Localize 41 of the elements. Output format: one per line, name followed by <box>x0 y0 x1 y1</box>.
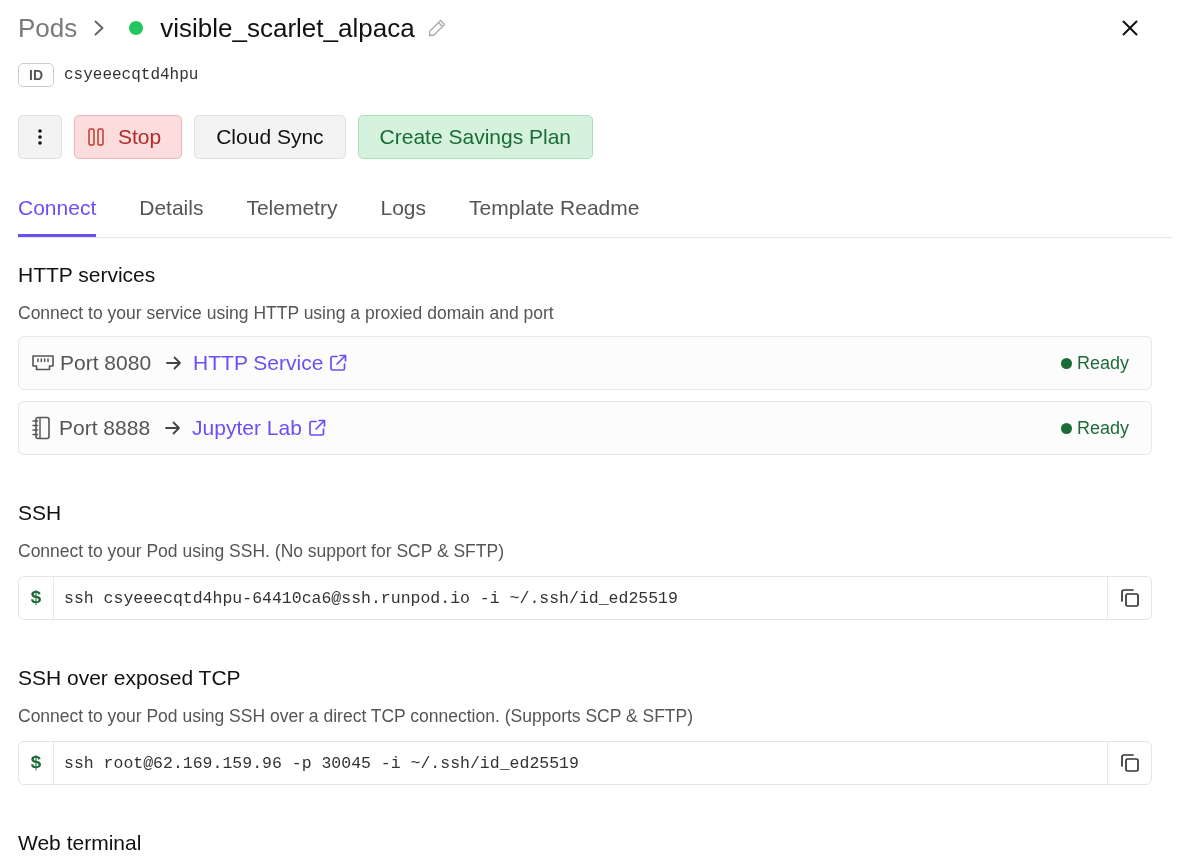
status-label: Ready <box>1076 417 1129 439</box>
command-text: ssh root@62.169.159.96 -p 30045 -i ~/.ssh/id_ed25519 <box>63 752 580 775</box>
arrow-right-icon <box>166 356 183 370</box>
section-description: Connect to your service using HTTP using a proxied domain and port <box>18 302 555 325</box>
pause-icon <box>88 128 104 146</box>
copy-icon <box>1119 588 1140 608</box>
copy-icon <box>1119 753 1140 773</box>
cloud-sync-button[interactable]: Cloud Sync <box>194 115 346 159</box>
stop-button[interactable]: Stop <box>74 115 183 159</box>
external-link-icon <box>328 353 349 373</box>
pod-name: visible_scarlet_alpaca <box>160 12 415 44</box>
command-text: ssh csyeeecqtd4hpu-64410ca6@ssh.runpod.io -i ~/.ssh/id_ed25519 <box>63 587 679 610</box>
section-title: HTTP services <box>18 262 157 288</box>
section-description: Connect to your Pod using SSH over a direct TCP connection. (Supports SCP & SFTP) <box>18 705 695 728</box>
port-label: Port 8888 <box>59 416 151 440</box>
section-title: Web terminal <box>18 830 143 856</box>
tab[interactable]: Template Readme <box>469 180 640 237</box>
status-dot-icon <box>1060 357 1072 369</box>
service-link[interactable]: HTTP Service <box>193 351 349 375</box>
section-title: SSH <box>18 500 63 526</box>
tab[interactable]: Telemetry <box>246 180 338 237</box>
section-description: Connect to your Pod using SSH. (No support for SCP & SFTP) <box>18 540 505 563</box>
notebook-icon <box>31 416 51 440</box>
breadcrumb-link[interactable]: Pods <box>18 12 78 44</box>
external-link-icon <box>306 418 327 438</box>
tab[interactable]: Connect <box>18 180 97 237</box>
tab[interactable]: Details <box>139 180 204 237</box>
savings-plan-button[interactable]: Create Savings Plan <box>357 115 594 159</box>
tab[interactable]: Logs <box>380 180 426 237</box>
vertical-dots-icon <box>38 129 42 145</box>
port-label: Port 8080 <box>60 351 152 375</box>
pod-id: csyeeecqtd4hpu <box>64 66 199 84</box>
section-title: SSH over exposed TCP <box>18 665 242 691</box>
status-dot-icon <box>1060 422 1072 434</box>
close-icon[interactable] <box>1122 20 1138 36</box>
ethernet-port-icon <box>31 353 55 373</box>
service-link[interactable]: Jupyter Lab <box>192 416 327 440</box>
arrow-right-icon <box>165 421 182 435</box>
status-label: Ready <box>1076 352 1129 374</box>
id-badge: ID <box>18 63 54 87</box>
chevron-right-icon <box>94 20 105 36</box>
